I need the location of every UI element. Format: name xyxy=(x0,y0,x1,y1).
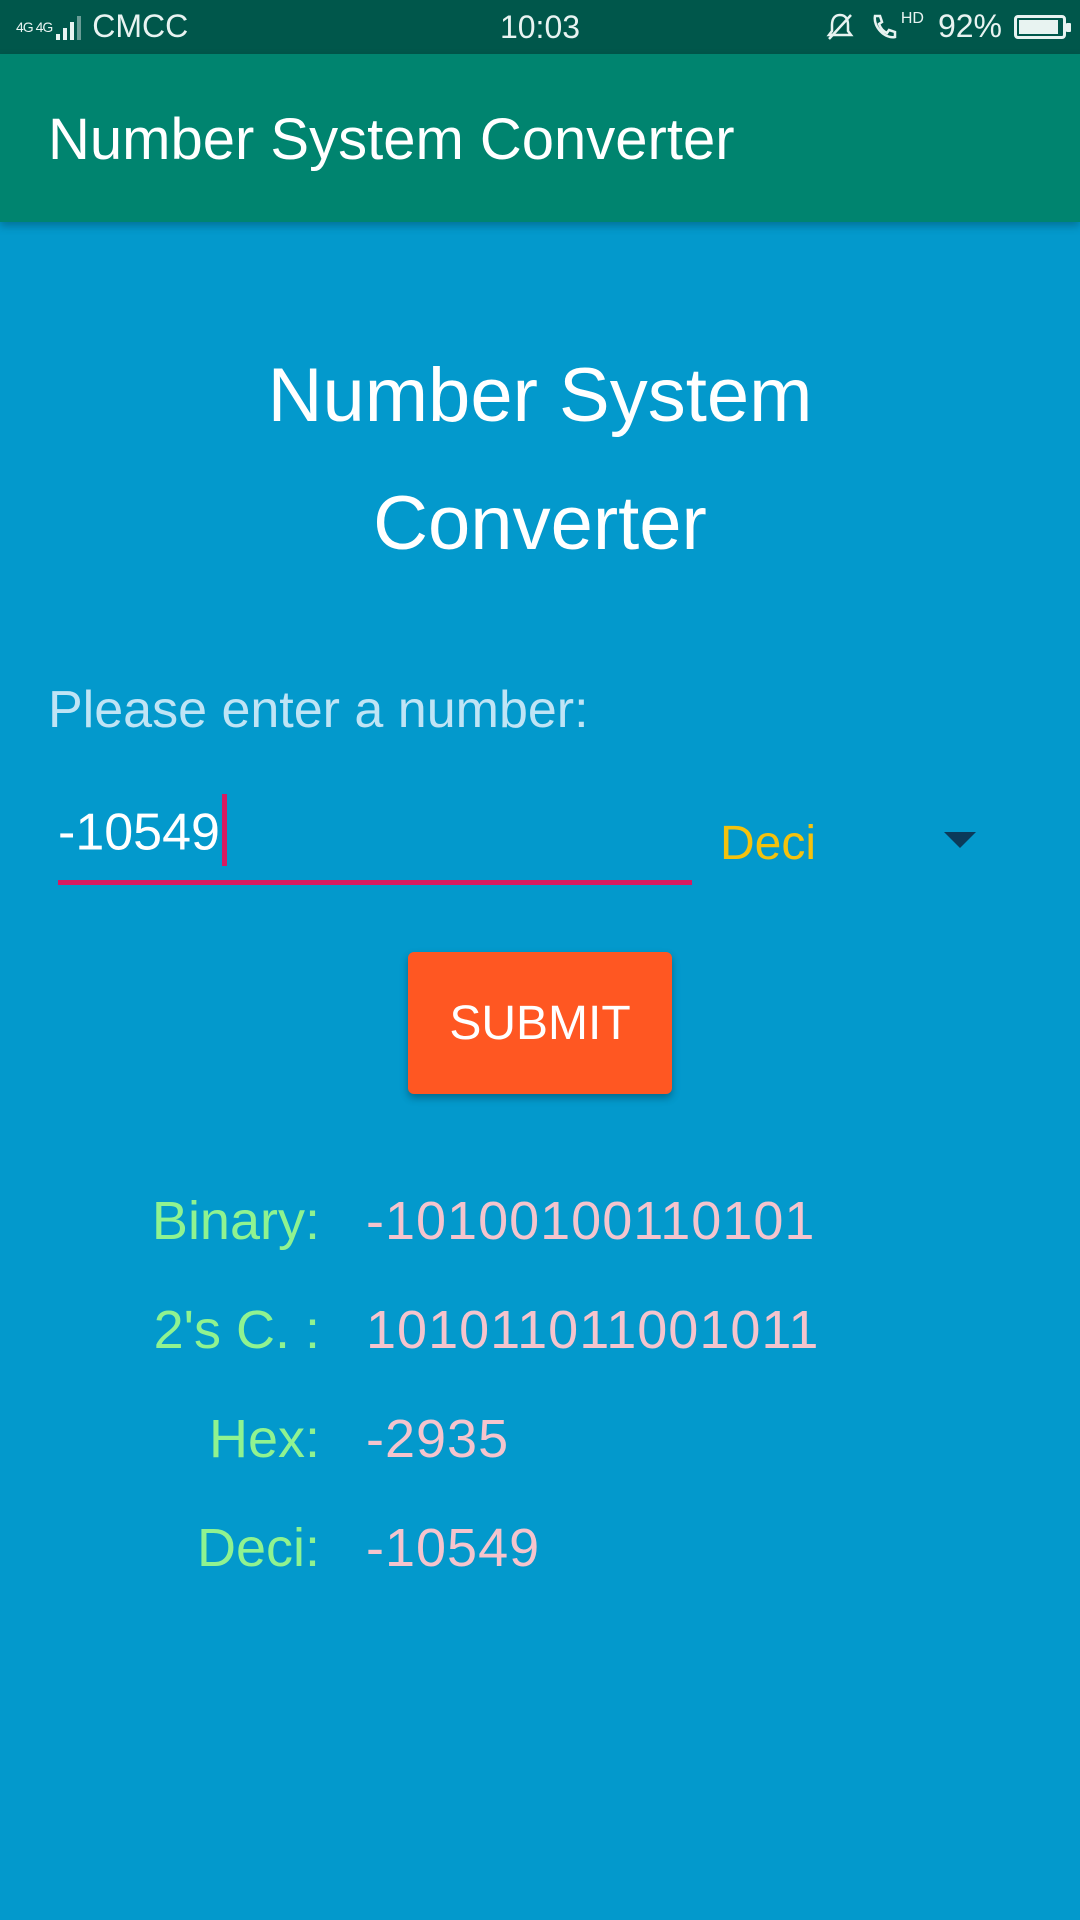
number-input[interactable]: -10549 xyxy=(58,790,692,885)
result-row-hex: Hex: -2935 xyxy=(0,1408,1080,1488)
result-label: Deci: xyxy=(196,1518,320,1578)
status-right: HD 92% xyxy=(825,8,1071,45)
battery-icon xyxy=(1014,14,1071,39)
heading-line-1: Number System xyxy=(267,353,813,438)
result-row-decimal: Deci: -10549 xyxy=(0,1517,1080,1597)
number-input-text: -10549 xyxy=(58,803,220,862)
result-value: -10549 xyxy=(366,1518,541,1578)
result-label: Binary: xyxy=(151,1191,320,1251)
input-prompt: Please enter a number: xyxy=(48,681,589,739)
battery-fill xyxy=(1019,19,1058,34)
battery-percent: 92% xyxy=(937,8,1002,44)
result-value: 101011011001011 xyxy=(366,1300,820,1360)
submit-button[interactable]: SUBMIT xyxy=(408,952,672,1094)
result-label: 2's C. : xyxy=(153,1300,320,1360)
hd-label: HD xyxy=(900,9,924,27)
base-select[interactable]: Deci xyxy=(720,808,982,878)
page-heading: Number System Converter xyxy=(0,332,1080,588)
bell-muted-icon xyxy=(826,13,854,40)
dropdown-arrow-icon xyxy=(944,832,976,848)
base-select-value: Deci xyxy=(720,817,817,870)
number-input-value: -10549 xyxy=(58,794,227,872)
result-label: Hex: xyxy=(208,1409,320,1469)
status-bar: 4G 4G CMCC 10:03 HD 92% xyxy=(0,0,1080,54)
result-value: -2935 xyxy=(366,1409,510,1469)
hd-call-icon xyxy=(873,14,897,38)
result-row-twos-complement: 2's C. : 101011011001011 xyxy=(0,1299,1080,1379)
text-cursor xyxy=(221,794,227,866)
heading-line-2: Converter xyxy=(373,481,707,566)
app-title: Number System Converter xyxy=(48,107,735,172)
result-value: -10100100110101 xyxy=(366,1191,816,1251)
app-bar: Number System Converter xyxy=(0,54,1080,222)
result-row-binary: Binary: -10100100110101 xyxy=(0,1190,1080,1270)
